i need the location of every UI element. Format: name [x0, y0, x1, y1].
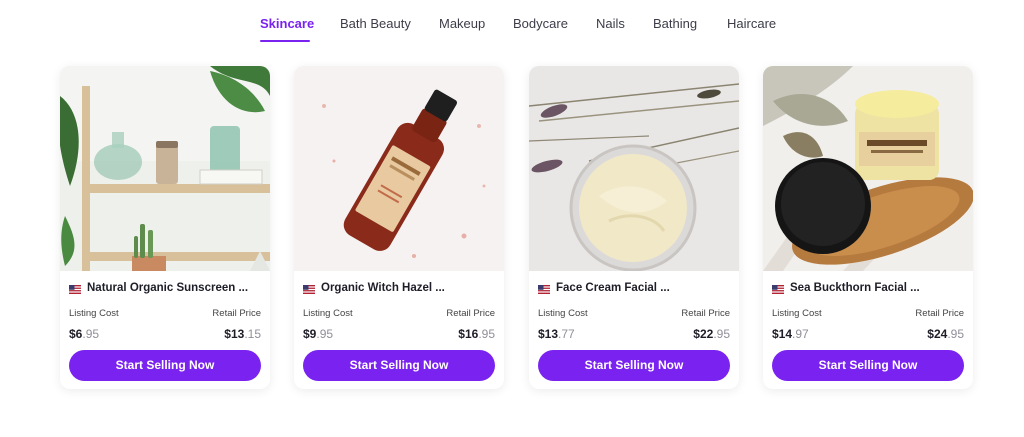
listing-cost-cents: .77 [558, 327, 575, 341]
product-card[interactable]: Sea Buckthorn Facial ... Listing Cost Re… [763, 66, 973, 389]
start-selling-button[interactable]: Start Selling Now [538, 350, 730, 381]
listing-cost-value: $9.95 [303, 327, 333, 341]
listing-cost-dollars: $13 [538, 327, 559, 341]
tab-nails[interactable]: Nails [596, 16, 625, 31]
product-title[interactable]: Natural Organic Sunscreen ... [87, 282, 248, 294]
listing-cost-value: $6.95 [69, 327, 99, 341]
active-tab-indicator [260, 40, 310, 42]
us-flag-icon [538, 285, 550, 294]
retail-price-cents: .95 [478, 327, 495, 341]
listing-cost-label: Listing Cost [69, 308, 119, 319]
listing-cost-value: $14.97 [772, 327, 809, 341]
product-title[interactable]: Organic Witch Hazel ... [321, 282, 445, 294]
product-title-row: Organic Witch Hazel ... [303, 282, 498, 298]
listing-cost-label: Listing Cost [772, 308, 822, 319]
listing-cost-cents: .95 [82, 327, 100, 341]
tab-skincare[interactable]: Skincare [260, 16, 314, 31]
start-selling-button[interactable]: Start Selling Now [69, 350, 261, 381]
listing-cost-dollars: $6 [69, 327, 83, 341]
listing-cost-label: Listing Cost [303, 308, 353, 319]
retail-price-label: Retail Price [212, 308, 261, 319]
tab-bodycare[interactable]: Bodycare [513, 16, 568, 31]
retail-price-dollars: $22 [693, 327, 714, 341]
product-title[interactable]: Face Cream Facial ... [556, 282, 670, 294]
product-image-sea-buckthorn[interactable] [763, 66, 973, 271]
listing-cost-label: Listing Cost [538, 308, 588, 319]
retail-price-cents: .95 [713, 327, 730, 341]
product-image-face-cream[interactable] [529, 66, 739, 271]
listing-cost-cents: .95 [316, 327, 334, 341]
start-selling-button[interactable]: Start Selling Now [303, 350, 495, 381]
product-image-sunscreen[interactable] [60, 66, 270, 271]
us-flag-icon [772, 285, 784, 294]
product-card[interactable]: Natural Organic Sunscreen ... Listing Co… [60, 66, 270, 389]
retail-price-value: $13.15 [224, 327, 261, 341]
retail-price-label: Retail Price [446, 308, 495, 319]
retail-price-dollars: $13 [224, 327, 245, 341]
tab-makeup[interactable]: Makeup [439, 16, 485, 31]
tab-bathing[interactable]: Bathing [653, 16, 697, 31]
listing-cost-dollars: $14 [772, 327, 793, 341]
product-card[interactable]: Face Cream Facial ... Listing Cost Retai… [529, 66, 739, 389]
product-title-row: Face Cream Facial ... [538, 282, 733, 298]
retail-price-dollars: $16 [458, 327, 479, 341]
product-title-row: Natural Organic Sunscreen ... [69, 282, 264, 298]
retail-price-value: $22.95 [693, 327, 730, 341]
us-flag-icon [69, 285, 81, 294]
product-title[interactable]: Sea Buckthorn Facial ... [790, 282, 920, 294]
listing-cost-cents: .97 [792, 327, 809, 341]
retail-price-label: Retail Price [915, 308, 964, 319]
product-card[interactable]: Organic Witch Hazel ... Listing Cost Ret… [294, 66, 504, 389]
retail-price-value: $16.95 [458, 327, 495, 341]
product-title-row: Sea Buckthorn Facial ... [772, 282, 967, 298]
listing-cost-value: $13.77 [538, 327, 575, 341]
product-image-witch-hazel[interactable] [294, 66, 504, 271]
us-flag-icon [303, 285, 315, 294]
retail-price-label: Retail Price [681, 308, 730, 319]
retail-price-dollars: $24 [927, 327, 948, 341]
category-tabs: Skincare Bath Beauty Makeup Bodycare Nai… [0, 0, 1024, 48]
listing-cost-dollars: $9 [303, 327, 317, 341]
retail-price-cents: .95 [947, 327, 964, 341]
retail-price-cents: .15 [244, 327, 261, 341]
tab-haircare[interactable]: Haircare [727, 16, 776, 31]
retail-price-value: $24.95 [927, 327, 964, 341]
tab-bath-beauty[interactable]: Bath Beauty [340, 16, 411, 31]
start-selling-button[interactable]: Start Selling Now [772, 350, 964, 381]
